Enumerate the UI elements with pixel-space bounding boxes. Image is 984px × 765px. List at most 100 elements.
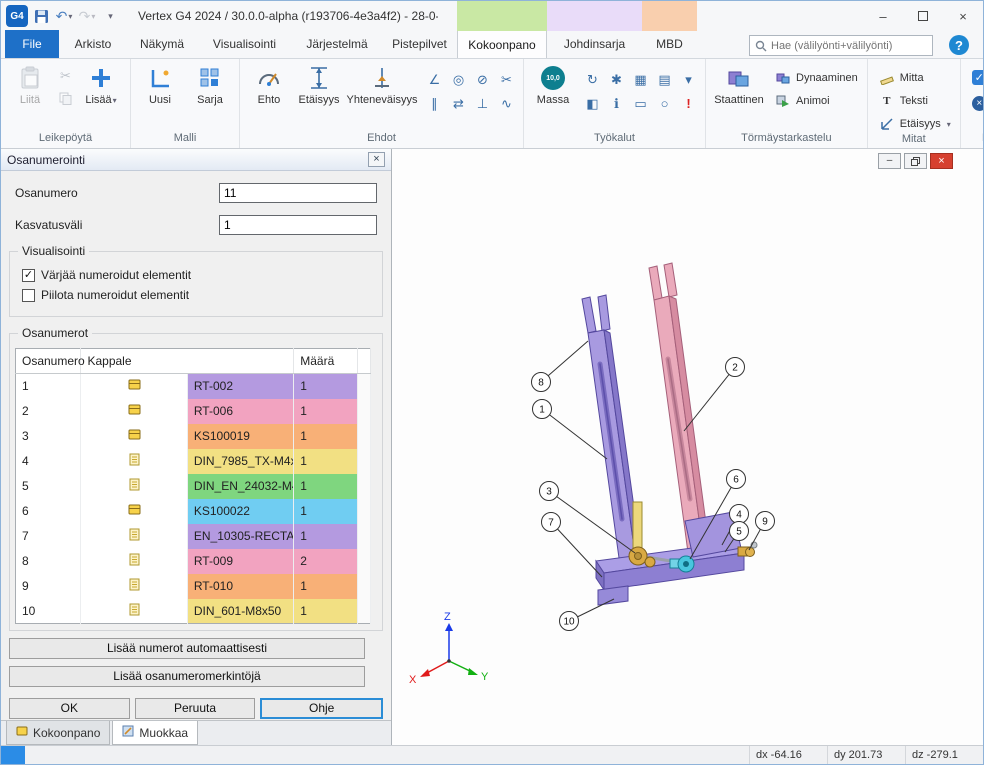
save-button[interactable] [31, 5, 51, 27]
cut-button[interactable]: ✂ [56, 66, 75, 85]
warning-icon[interactable]: ! [679, 94, 698, 113]
ok-button[interactable]: OK [9, 698, 130, 719]
balloon-3[interactable]: 3 [540, 482, 559, 501]
menu-tab-visualisointi[interactable]: Visualisointi [197, 30, 292, 58]
part-row-4[interactable]: 4DIN_7985_TX-M4x121 [16, 449, 371, 474]
viewport-restore-button[interactable] [904, 153, 927, 169]
info-icon[interactable]: ℹ [607, 94, 626, 113]
search-box[interactable] [749, 35, 933, 56]
table-scrollbar[interactable] [357, 349, 370, 374]
undo-dropdown-icon[interactable]: ▾ [68, 12, 72, 21]
balloon-10[interactable]: 10 [560, 612, 579, 631]
constraint-button[interactable]: Ehto [245, 62, 293, 126]
angle-constraint-icon[interactable]: ∠ [425, 70, 444, 89]
new-part-button[interactable]: Uusi [136, 62, 184, 126]
colorize-checkbox[interactable]: Värjää numeroidut elementit [22, 268, 370, 282]
part-row-6[interactable]: 6KS1000221 [16, 499, 371, 524]
hide-checkbox-box[interactable] [22, 289, 35, 302]
viewport-close-button[interactable]: × [930, 153, 953, 169]
part-row-7[interactable]: 7EN_10305-RECTANGULAR_30x...1 [16, 524, 371, 549]
column-header-part[interactable]: Kappale [81, 349, 294, 374]
exit-button[interactable]: × Poistu [968, 95, 984, 112]
tangent-constraint-icon[interactable]: ⊘ [473, 70, 492, 89]
help-dialog-button[interactable]: Ohje [260, 698, 383, 719]
menu-tab-arkisto[interactable]: Arkisto [59, 30, 127, 58]
table-scrollbar-track[interactable] [357, 424, 370, 449]
maximize-window-button[interactable] [903, 1, 943, 31]
table-scrollbar-track[interactable] [357, 524, 370, 549]
balloon-5[interactable]: 5 [730, 522, 749, 541]
dynamic-collision-button[interactable]: Dynaaminen [771, 69, 862, 87]
trim-constraint-icon[interactable]: ✂ [497, 70, 516, 89]
paste-button[interactable]: Liitä [6, 62, 54, 126]
measure-button[interactable]: Mitta [875, 69, 955, 87]
undo-button[interactable]: ↶▾ [54, 5, 74, 27]
table-scrollbar-track[interactable] [357, 599, 370, 624]
add-dropdown-icon[interactable]: ▾ [113, 96, 117, 105]
part-row-10[interactable]: 10DIN_601-M8x501 [16, 599, 371, 624]
series-button[interactable]: Sarja [186, 62, 234, 126]
update-icon[interactable]: ↻ [583, 70, 602, 89]
menu-tab-kokoonpano[interactable]: Kokoonpano [457, 30, 547, 58]
balloon-9[interactable]: 9 [756, 512, 775, 531]
balloon-6[interactable]: 6 [727, 470, 746, 489]
smooth-constraint-icon[interactable]: ∿ [497, 94, 516, 113]
coincidence-button[interactable]: Yhteneväisyys [345, 62, 419, 126]
table-scrollbar-track[interactable] [357, 374, 370, 399]
part-row-9[interactable]: 9RT-0101 [16, 574, 371, 599]
window-tile-icon[interactable]: ▦ [631, 70, 650, 89]
ok-ribbon-button[interactable]: ✓ OK [968, 69, 984, 86]
fill-icon[interactable]: ◧ [583, 94, 602, 113]
colorize-checkbox-box[interactable] [22, 269, 35, 282]
menu-tab-johdinsarja[interactable]: Johdinsarja [547, 30, 642, 58]
balloon-2[interactable]: 2 [726, 358, 745, 377]
static-collision-button[interactable]: Staattinen [711, 62, 767, 126]
concentric-constraint-icon[interactable]: ◎ [449, 70, 468, 89]
part-number-input[interactable] [219, 183, 377, 203]
menu-tab-file[interactable]: File [5, 30, 59, 58]
window-cascade-icon[interactable]: ▤ [655, 70, 674, 89]
table-scrollbar-track[interactable] [357, 399, 370, 424]
part-row-1[interactable]: 1RT-0021 [16, 374, 371, 399]
zoom-icon[interactable]: ○ [655, 94, 674, 113]
part-row-2[interactable]: 2RT-0061 [16, 399, 371, 424]
search-input[interactable] [771, 40, 927, 52]
distance-dropdown-icon[interactable]: ▾ [947, 120, 951, 129]
copy-button[interactable] [56, 89, 75, 108]
part-row-8[interactable]: 8RT-0092 [16, 549, 371, 574]
close-window-button[interactable]: × [943, 1, 983, 31]
mass-button[interactable]: 10,0 Massa [529, 62, 577, 126]
bottom-tab-muokkaa[interactable]: Muokkaa [112, 721, 198, 745]
hide-checkbox[interactable]: Piilota numeroidut elementit [22, 288, 370, 302]
menu-tab-näkymä[interactable]: Näkymä [127, 30, 197, 58]
balloon-1[interactable]: 1 [533, 400, 552, 419]
redo-dropdown-icon[interactable]: ▾ [91, 12, 95, 21]
parallel-constraint-icon[interactable]: ∥ [425, 94, 444, 113]
text-button[interactable]: T Teksti [875, 92, 955, 110]
distance-constraint-button[interactable]: Etäisyys [295, 62, 343, 126]
distance-dimension-button[interactable]: Etäisyys ▾ [875, 115, 955, 133]
customize-toolbar-button[interactable]: ▾ [100, 5, 120, 27]
symmetry-constraint-icon[interactable]: ⇄ [449, 94, 468, 113]
add-balloon-labels-button[interactable]: Lisää osanumeromerkintöjä [9, 666, 365, 687]
redo-button[interactable]: ↷▾ [77, 5, 97, 27]
menu-tab-mbd[interactable]: MBD [642, 30, 697, 58]
column-header-number[interactable]: Osanumero [16, 349, 81, 374]
settings-icon[interactable]: ✱ [607, 70, 626, 89]
dialog-close-button[interactable]: × [368, 152, 385, 167]
viewport-minimize-button[interactable]: – [878, 153, 901, 169]
increment-input[interactable] [219, 215, 377, 235]
auto-number-button[interactable]: Lisää numerot automaattisesti [9, 638, 365, 659]
table-scrollbar-track[interactable] [357, 499, 370, 524]
perpendicular-constraint-icon[interactable]: ⊥ [473, 94, 492, 113]
animate-button[interactable]: Animoi [771, 92, 862, 110]
model-viewport[interactable]: – × [392, 149, 983, 745]
table-scrollbar-track[interactable] [357, 474, 370, 499]
cancel-button[interactable]: Peruuta [135, 698, 256, 719]
column-header-qty[interactable]: Määrä [294, 349, 357, 374]
balloon-4[interactable]: 4 [730, 505, 749, 524]
add-component-button[interactable]: Lisää▾ [77, 62, 125, 126]
minimize-window-button[interactable]: – [863, 1, 903, 31]
table-scrollbar-track[interactable] [357, 574, 370, 599]
table-scrollbar-track[interactable] [357, 449, 370, 474]
